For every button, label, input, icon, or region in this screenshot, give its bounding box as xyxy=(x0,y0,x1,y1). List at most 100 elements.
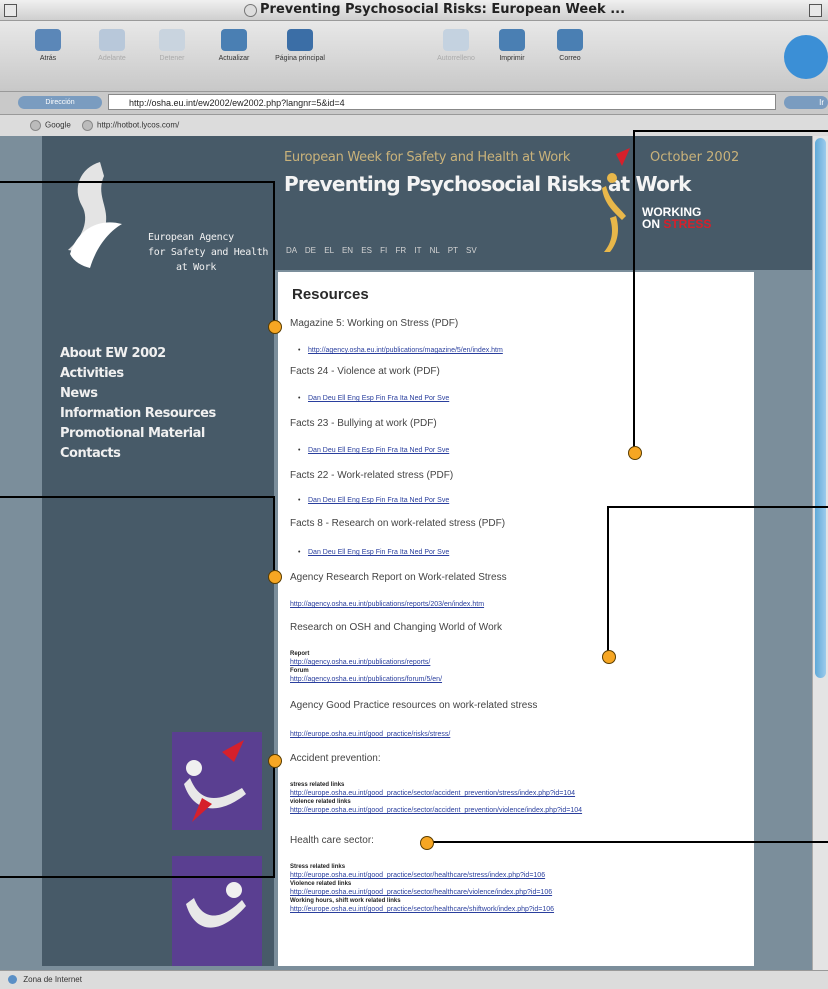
favorites-bar: Google http://hotbot.lycos.com/ xyxy=(0,115,828,137)
resources-heading: Resources xyxy=(292,286,369,303)
health-link-stress[interactable]: http://europe.osha.eu.int/good_practice/… xyxy=(290,872,545,879)
health-sub-stress: Stress related links xyxy=(290,864,346,870)
org-name-line3: at Work xyxy=(176,262,217,273)
nav-promotional-material[interactable]: Promotional Material xyxy=(60,426,205,441)
status-bar: Zona de Internet xyxy=(0,970,828,989)
callout-line xyxy=(273,496,275,576)
refresh-label: Actualizar xyxy=(218,55,250,62)
back-arrow-icon xyxy=(35,29,61,51)
nav-news[interactable]: News xyxy=(60,386,98,401)
header-date: October 2002 xyxy=(650,150,740,165)
accident-sub-stress: stress related links xyxy=(290,782,345,788)
health-sub-violence: Violence related links xyxy=(290,881,352,887)
print-button[interactable]: Imprimir xyxy=(482,29,542,62)
goodpractice-link[interactable]: http://europe.osha.eu.int/good_practice/… xyxy=(290,731,450,738)
forward-button[interactable]: Adelante xyxy=(82,29,142,62)
callout-line xyxy=(273,181,275,327)
stop-x-icon xyxy=(159,29,185,51)
working-on-stress-logo: WORKING ON STRESS xyxy=(642,206,711,230)
accident-sub-violence: violence related links xyxy=(290,799,351,805)
callout-line xyxy=(608,506,828,508)
nav-activities[interactable]: Activities xyxy=(60,366,124,381)
facts24-links[interactable]: • Dan Deu Ell Eng Esp Fin Fra Ita Ned Por… xyxy=(298,395,449,402)
accident-link-stress[interactable]: http://europe.osha.eu.int/good_practice/… xyxy=(290,790,575,797)
scroll-thumb[interactable] xyxy=(815,138,826,678)
favorite-label: http://hotbot.lycos.com/ xyxy=(97,120,180,130)
mail-button[interactable]: Correo xyxy=(540,29,600,62)
callout-marker xyxy=(268,570,282,584)
zoom-window-button[interactable] xyxy=(809,4,822,17)
callout-line xyxy=(273,760,275,878)
on-text: ON xyxy=(642,217,660,231)
autofill-button[interactable]: Autorrelleno xyxy=(426,29,486,62)
facts22-links[interactable]: • Dan Deu Ell Eng Esp Fin Fra Ita Ned Por… xyxy=(298,497,449,504)
research-link-report[interactable]: http://agency.osha.eu.int/publications/r… xyxy=(290,659,430,666)
facts22-lang-links: Dan Deu Ell Eng Esp Fin Fra Ita Ned Por … xyxy=(308,497,450,504)
figure-icon xyxy=(186,882,246,928)
nav-contacts[interactable]: Contacts xyxy=(60,446,121,461)
page-icon xyxy=(244,4,257,17)
figure-image xyxy=(172,856,262,966)
org-name-line1: European Agency xyxy=(148,232,234,243)
browser-toolbar: Atrás Adelante Detener Actualizar Página… xyxy=(0,21,828,92)
favorite-google[interactable]: Google xyxy=(30,120,71,131)
header-week: European Week for Safety and Health at W… xyxy=(284,150,571,165)
facts8-links[interactable]: • Dan Deu Ell Eng Esp Fin Fra Ita Ned Por… xyxy=(298,549,449,556)
agency-logo-icon xyxy=(68,162,122,268)
report-title: Agency Research Report on Work-related S… xyxy=(290,572,507,583)
figure-icon xyxy=(184,740,246,822)
accident-link-violence[interactable]: http://europe.osha.eu.int/good_practice/… xyxy=(290,807,582,814)
window-title: Preventing Psychosocial Risks: European … xyxy=(260,2,626,17)
printer-icon xyxy=(499,29,525,51)
favorite-hotbot[interactable]: http://hotbot.lycos.com/ xyxy=(82,120,179,131)
magazine-title: Magazine 5: Working on Stress (PDF) xyxy=(290,318,459,329)
callout-line xyxy=(633,130,635,450)
autofill-label: Autorrelleno xyxy=(437,55,475,62)
stress-text: STRESS xyxy=(663,217,712,231)
stop-label: Detener xyxy=(159,55,185,62)
forward-arrow-icon xyxy=(99,29,125,51)
nav-about[interactable]: About EW 2002 xyxy=(60,346,166,361)
go-button[interactable]: Ir xyxy=(784,96,828,109)
facts23-title: Facts 23 - Bullying at work (PDF) xyxy=(290,418,437,429)
close-window-button[interactable] xyxy=(4,4,17,17)
mail-label: Correo xyxy=(559,55,581,62)
research-title: Research on OSH and Changing World of Wo… xyxy=(290,622,502,633)
home-icon xyxy=(287,29,313,51)
globe-icon xyxy=(30,120,41,131)
facts8-title: Facts 8 - Research on work-related stres… xyxy=(290,518,506,529)
health-link-violence[interactable]: http://europe.osha.eu.int/good_practice/… xyxy=(290,889,552,896)
print-label: Imprimir xyxy=(499,55,525,62)
vertical-scrollbar[interactable] xyxy=(812,136,828,970)
health-link-shift[interactable]: http://europe.osha.eu.int/good_practice/… xyxy=(290,906,554,913)
callout-line xyxy=(0,876,274,878)
refresh-button[interactable]: Actualizar xyxy=(204,29,264,62)
address-label: Dirección xyxy=(18,96,102,109)
facts22-title: Facts 22 - Work-related stress (PDF) xyxy=(290,470,454,481)
org-name-line2: for Safety and Health xyxy=(148,247,269,258)
nav-information-resources[interactable]: Information Resources xyxy=(60,406,216,421)
campaign-figure-icon xyxy=(602,148,630,252)
status-text: Zona de Internet xyxy=(23,975,82,984)
callout-line xyxy=(0,181,274,183)
callout-marker xyxy=(268,754,282,768)
stop-button[interactable]: Detener xyxy=(142,29,202,62)
language-selector[interactable]: DA DE EL EN ES FI FR IT NL PT SV xyxy=(286,246,477,255)
back-button[interactable]: Atrás xyxy=(18,29,78,62)
home-label: Página principal xyxy=(275,55,325,62)
facts23-lang-links: Dan Deu Ell Eng Esp Fin Fra Ita Ned Por … xyxy=(308,447,450,454)
home-button[interactable]: Página principal xyxy=(270,29,330,62)
health-title: Health care sector: xyxy=(290,835,374,846)
report-link[interactable]: http://agency.osha.eu.int/publications/r… xyxy=(290,601,484,608)
facts24-lang-links: Dan Deu Ell Eng Esp Fin Fra Ita Ned Por … xyxy=(308,395,450,402)
refresh-icon xyxy=(221,29,247,51)
stress-figure-image xyxy=(172,732,262,830)
research-link-forum[interactable]: http://agency.osha.eu.int/publications/f… xyxy=(290,676,442,683)
callout-marker xyxy=(420,836,434,850)
facts24-title: Facts 24 - Violence at work (PDF) xyxy=(290,366,440,377)
pencil-icon xyxy=(443,29,469,51)
url-input[interactable]: http://osha.eu.int/ew2002/ew2002.php?lan… xyxy=(108,94,776,110)
window-titlebar: Preventing Psychosocial Risks: European … xyxy=(0,0,828,21)
facts23-links[interactable]: • Dan Deu Ell Eng Esp Fin Fra Ita Ned Por… xyxy=(298,447,449,454)
magazine-link[interactable]: • http://agency.osha.eu.int/publications/… xyxy=(298,347,503,354)
